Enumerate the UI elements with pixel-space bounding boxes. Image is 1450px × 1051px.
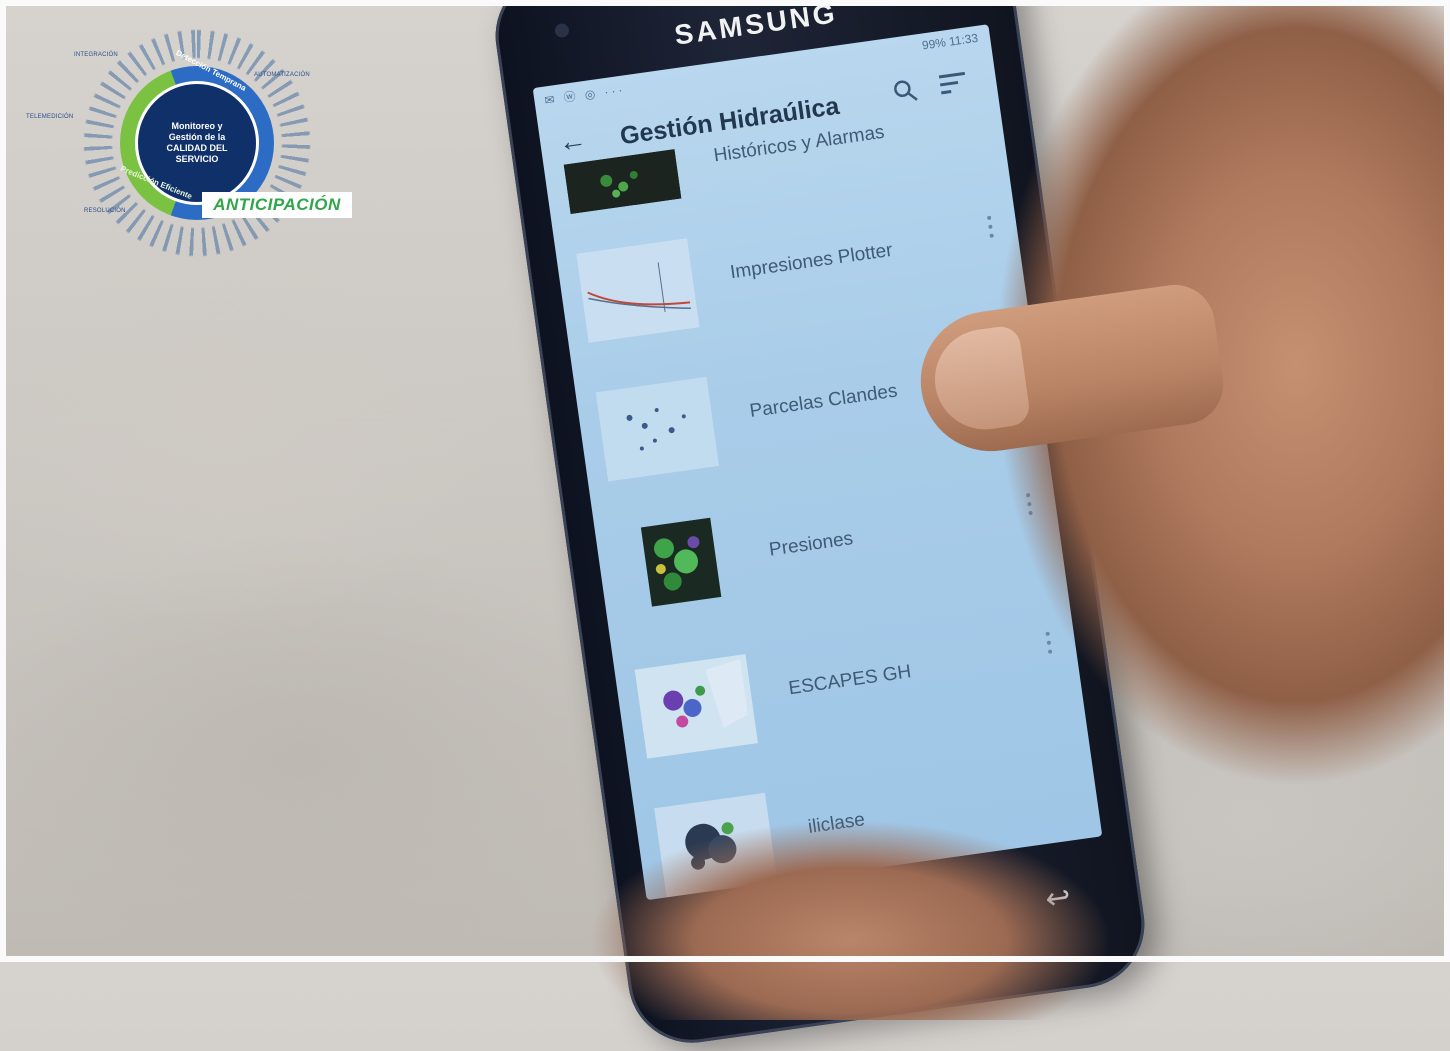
thumbnail-dot-map [595,376,720,482]
badge-tag-telemetry: TELEMEDICIÓN [26,114,74,120]
service-quality-badge: Monitoreo y Gestión de la CALIDAD DEL SE… [22,16,362,258]
thumbnail-line-plot [576,238,700,343]
list-item-label: Parcelas Clandes [748,380,899,423]
thumbnail-purple-map [634,654,759,759]
search-icon[interactable] [891,77,920,106]
list-item-label: ESCAPES GH [787,661,913,700]
badge-tag-resolution: RESOLUCIÓN [84,208,126,214]
filter-icon[interactable] [938,71,968,97]
list-item-label: Impresiones Plotter [728,239,894,284]
back-arrow-icon[interactable]: ← [556,123,588,159]
badge-tag-integration: INTEGRACIÓN [74,52,118,58]
list-item-label: Presiones [767,528,855,561]
status-right: 99% 11:33 [921,30,979,53]
badge-highlight-label: ANTICIPACIÓN [202,192,352,218]
badge-center-text: Monitoreo y Gestión de la CALIDAD DEL SE… [166,121,228,164]
thumbnail-green-heat-map [615,515,738,620]
left-hand-fingers [590,820,1110,1020]
badge-tag-automation: AUTOMATIZACIÓN [254,72,310,78]
